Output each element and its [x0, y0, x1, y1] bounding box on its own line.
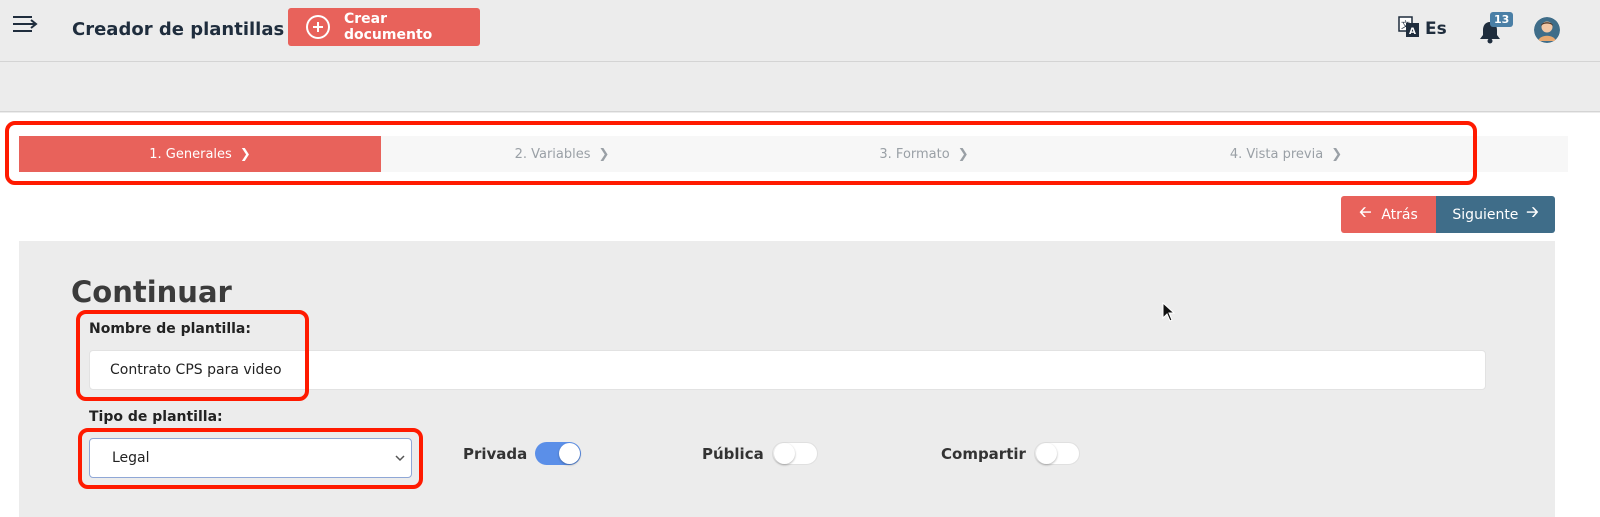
- menu-toggle-icon[interactable]: [12, 14, 38, 34]
- step-label: 2. Variables: [514, 146, 591, 162]
- create-document-button[interactable]: Crear documento: [288, 8, 480, 46]
- share-label: Compartir: [941, 444, 1026, 463]
- chevron-right-icon: ❯: [239, 146, 251, 162]
- arrow-left-icon: 🡠: [1359, 203, 1372, 221]
- share-toggle-group: Compartir: [941, 442, 1080, 465]
- share-toggle[interactable]: [1033, 442, 1080, 465]
- public-toggle-group: Pública: [702, 442, 818, 465]
- create-document-label: Crear documento: [343, 11, 433, 43]
- app-title: Creador de plantillas: [72, 19, 285, 40]
- notifications-button[interactable]: 13: [1478, 12, 1514, 46]
- language-label: Es: [1425, 19, 1447, 39]
- arrow-right-icon: 🡢: [1526, 203, 1539, 221]
- template-type-value: Legal: [112, 450, 150, 466]
- public-toggle[interactable]: [771, 442, 818, 465]
- chevron-right-icon: ❯: [1331, 146, 1343, 162]
- back-button[interactable]: 🡠 Atrás: [1341, 196, 1436, 233]
- user-avatar[interactable]: [1534, 17, 1560, 43]
- step-label: 3. Formato: [879, 146, 950, 162]
- template-name-label: Nombre de plantilla:: [89, 321, 251, 337]
- main-content: 1. Generales ❯ 2. Variables ❯ 3. Formato…: [0, 113, 1600, 517]
- step-generales[interactable]: 1. Generales ❯: [19, 136, 381, 172]
- private-toggle[interactable]: [535, 442, 582, 465]
- step-label: 4. Vista previa: [1229, 146, 1324, 162]
- template-type-label: Tipo de plantilla:: [89, 409, 223, 425]
- chevron-right-icon: ❯: [957, 146, 969, 162]
- private-toggle-group: Privada: [463, 442, 582, 465]
- next-button[interactable]: Siguiente 🡢: [1436, 196, 1555, 233]
- wizard-steps: 1. Generales ❯ 2. Variables ❯ 3. Formato…: [19, 136, 1467, 172]
- back-button-label: Atrás: [1381, 206, 1418, 223]
- step-label: 1. Generales: [149, 146, 232, 162]
- next-button-label: Siguiente: [1452, 206, 1519, 223]
- plus-circle-icon: [306, 15, 330, 39]
- step-variables[interactable]: 2. Variables ❯: [381, 136, 743, 172]
- chevron-down-icon: [395, 439, 405, 492]
- step-vista-previa[interactable]: 4. Vista previa ❯: [1105, 136, 1467, 172]
- svg-text:A: A: [1409, 27, 1416, 37]
- top-bar: Creador de plantillas Crear documento 文 …: [0, 0, 1600, 62]
- private-label: Privada: [463, 444, 528, 463]
- translate-icon: 文 A: [1398, 16, 1420, 42]
- step-formato[interactable]: 3. Formato ❯: [743, 136, 1105, 172]
- chevron-right-icon: ❯: [598, 146, 610, 162]
- template-type-select[interactable]: Legal: [89, 438, 412, 478]
- general-form-panel: Continuar Nombre de plantilla: Contrato …: [19, 241, 1555, 517]
- public-label: Pública: [702, 444, 764, 463]
- sub-header-bar: [0, 63, 1600, 112]
- notification-badge: 13: [1490, 12, 1514, 27]
- form-title: Continuar: [71, 275, 232, 309]
- mouse-cursor-icon: [1162, 301, 1176, 326]
- language-selector[interactable]: 文 A Es: [1398, 16, 1447, 42]
- template-name-input[interactable]: Contrato CPS para video: [89, 350, 1486, 390]
- wizard-navigation: 🡠 Atrás Siguiente 🡢: [1341, 196, 1555, 233]
- steps-bar-extension: [1467, 136, 1568, 172]
